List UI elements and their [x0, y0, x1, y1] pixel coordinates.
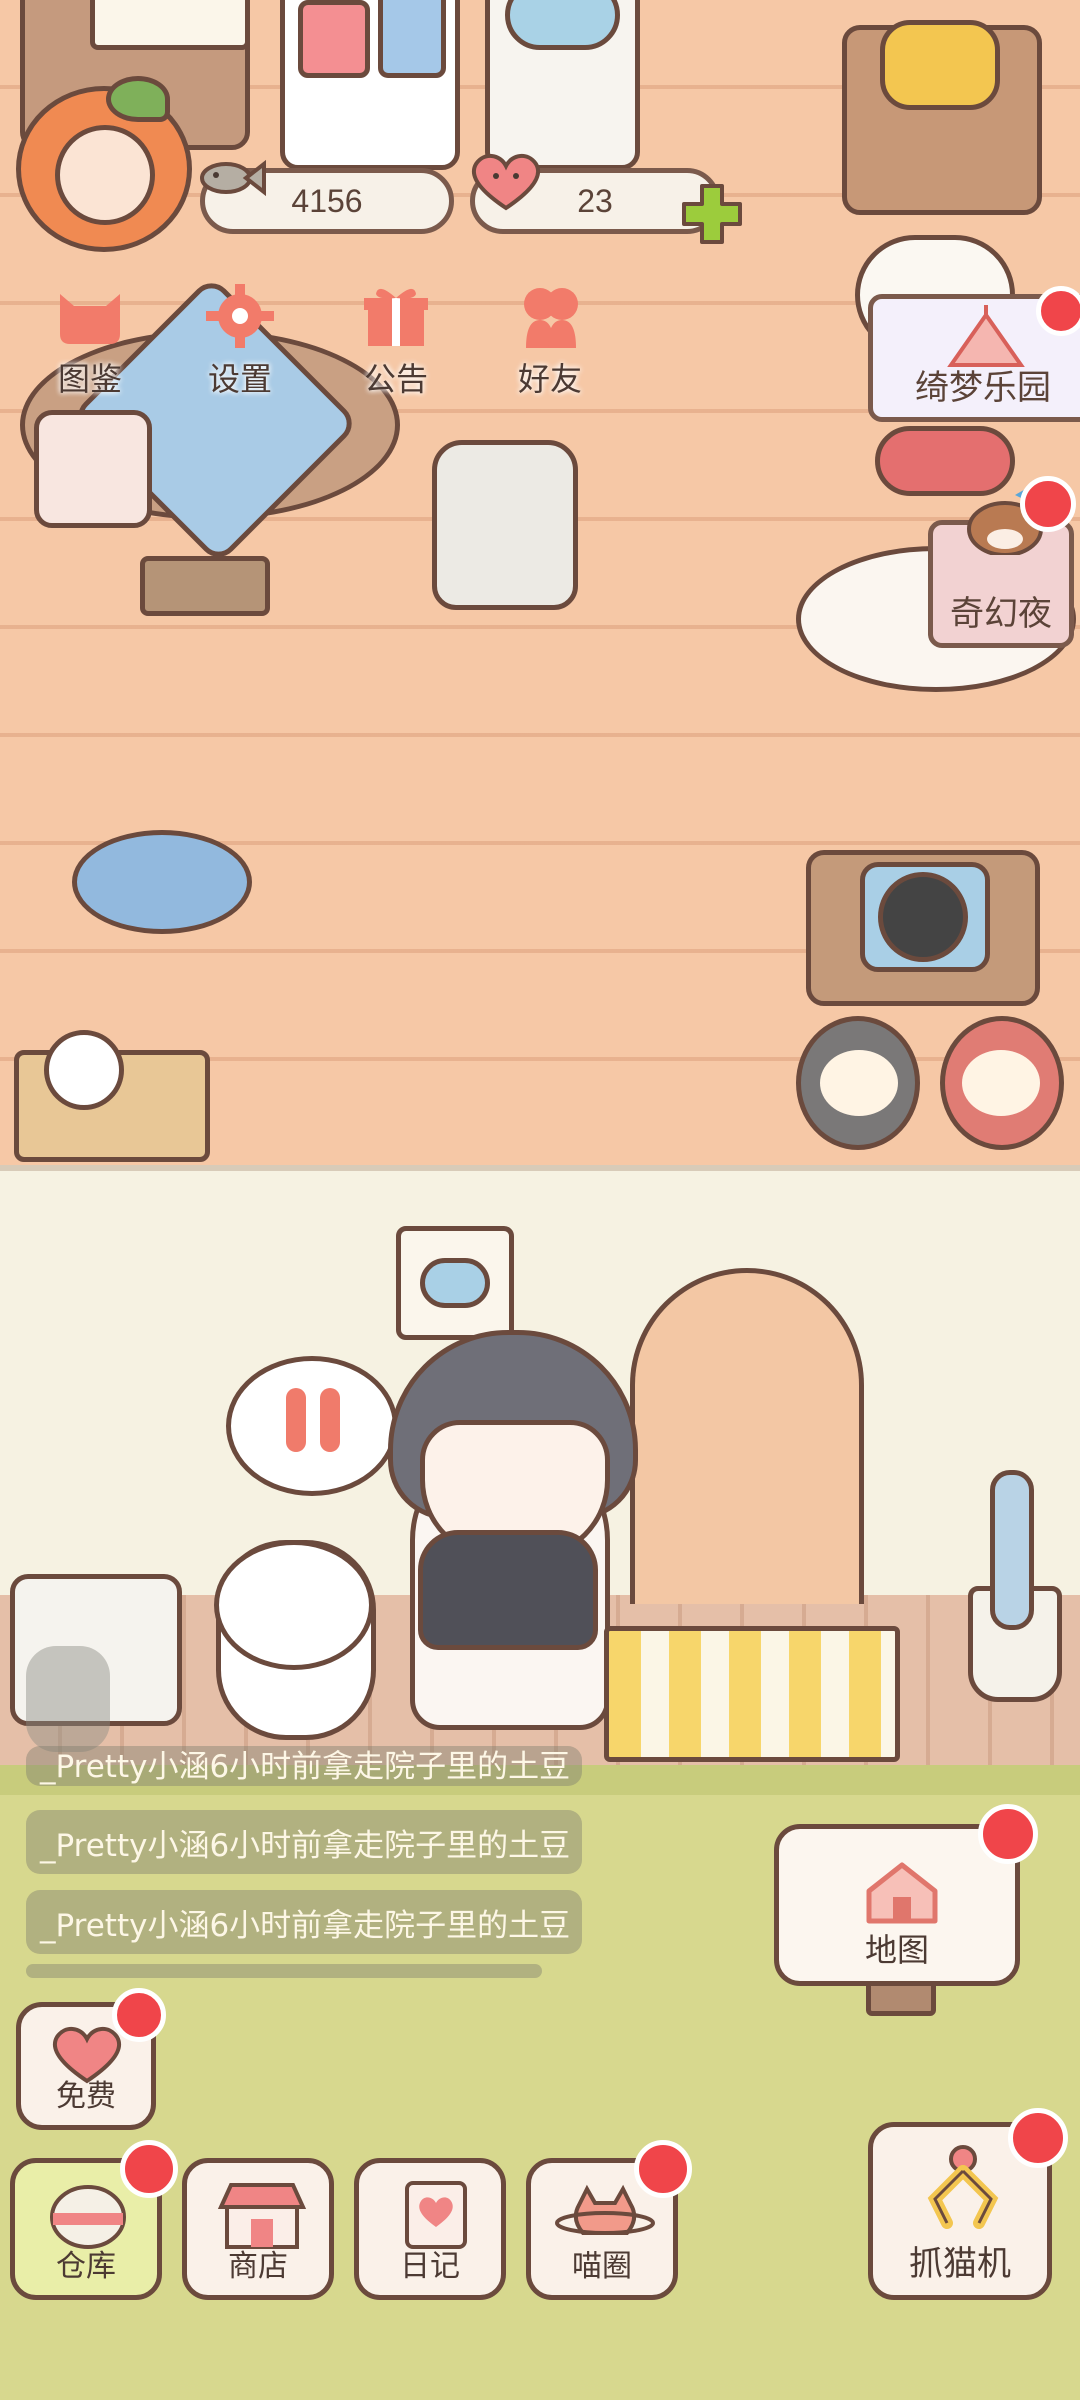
- feed-item: _Pretty小涵6小时前拿走院子里的土豆: [26, 1810, 582, 1874]
- fantasy-night-badge: [1020, 476, 1076, 532]
- diary-icon: [405, 2181, 467, 2249]
- house-icon: [866, 1862, 938, 1924]
- free-badge: [112, 1988, 166, 2042]
- shop-button[interactable]: 商店: [182, 2158, 334, 2300]
- cat-book-icon: [60, 294, 120, 344]
- settings-label: 设置: [207, 360, 272, 398]
- fork-knife-icon: [286, 1388, 340, 1452]
- stool: [140, 556, 270, 616]
- warehouse-icon: [50, 2185, 126, 2249]
- white-cat-head: [214, 1540, 374, 1670]
- poster-cat-face: [420, 1258, 490, 1308]
- catalog-label: 图鉴: [57, 360, 122, 398]
- gift-box: [298, 0, 370, 78]
- fantasy-night-event-button[interactable]: 奇幻夜: [928, 487, 1074, 648]
- gift-box-2: [378, 0, 446, 78]
- arched-doorway: [630, 1268, 864, 1604]
- avatar-face: [55, 125, 155, 225]
- notice-label: 公告: [363, 360, 428, 398]
- heart-face-icon: [52, 2027, 122, 2084]
- red-owl-face: [962, 1050, 1040, 1116]
- cat-planet-icon: [555, 2184, 655, 2235]
- gear-icon: [206, 284, 274, 348]
- gift-icon: [364, 288, 428, 346]
- bear-toy: [44, 1030, 124, 1110]
- warehouse-badge: [120, 2140, 178, 2198]
- claw-machine-label: 抓猫机: [909, 2244, 1011, 2284]
- feed-item-partial: _Pretty小涵6小时前拿走院子里的土豆: [26, 1746, 582, 1786]
- water-bottle: [505, 0, 620, 50]
- feed-item-text: _Pretty小涵6小时前拿走院子里的土豆: [40, 1749, 571, 1785]
- meow-circle-badge: [634, 2140, 692, 2198]
- calendar: [34, 410, 152, 528]
- dream-park-badge: [1036, 286, 1080, 336]
- add-hearts-plus-icon[interactable]: [678, 180, 746, 248]
- umbrella: [990, 1470, 1034, 1630]
- striped-rug: [604, 1626, 900, 1762]
- map-badge: [978, 1804, 1038, 1864]
- friends-button[interactable]: 好友: [490, 282, 610, 402]
- fantasy-night-label: 奇幻夜: [950, 594, 1052, 634]
- map-label: 地图: [864, 1931, 929, 1969]
- trash-bin: [432, 440, 578, 610]
- heart-icon: [471, 154, 541, 211]
- vinyl-record: [878, 872, 968, 962]
- feed-item-stub: [26, 1964, 542, 1978]
- character-hoodie: [418, 1530, 598, 1650]
- shop-icon: [217, 2183, 307, 2249]
- feed-item: _Pretty小涵6小时前拿走院子里的土豆: [26, 1890, 582, 1954]
- catalog-button[interactable]: 图鉴: [30, 282, 150, 402]
- phone: [880, 20, 1000, 110]
- dream-park-label: 绮梦乐园: [915, 368, 1051, 408]
- game-scene: 4156 23 图鉴 设置 公告 好友 绮梦乐园 奇幻夜 _Pretty小涵6小…: [0, 0, 1080, 2400]
- feed-item-text: _Pretty小涵6小时前拿走院子里的土豆: [40, 1907, 571, 1944]
- blue-cushion: [72, 830, 252, 934]
- claw-icon: [927, 2145, 999, 2229]
- fish-icon: [200, 159, 266, 197]
- diary-button[interactable]: 日记: [354, 2158, 506, 2300]
- hearts-count-text: 23: [577, 182, 613, 219]
- fish-count-text: 4156: [291, 182, 363, 219]
- gray-owl-face: [820, 1050, 898, 1116]
- notice-button[interactable]: 公告: [336, 282, 456, 402]
- open-book: [90, 0, 250, 50]
- claw-machine-badge: [1008, 2108, 1068, 2168]
- leaf-icon: [106, 76, 170, 122]
- friends-label: 好友: [517, 360, 582, 398]
- circus-tent-icon: [947, 305, 1025, 367]
- feed-item-text: _Pretty小涵6小时前拿走院子里的土豆: [40, 1827, 571, 1864]
- feed-toggle-icon[interactable]: [26, 1646, 110, 1752]
- settings-button[interactable]: 设置: [180, 282, 300, 402]
- friends-icon: [524, 288, 578, 348]
